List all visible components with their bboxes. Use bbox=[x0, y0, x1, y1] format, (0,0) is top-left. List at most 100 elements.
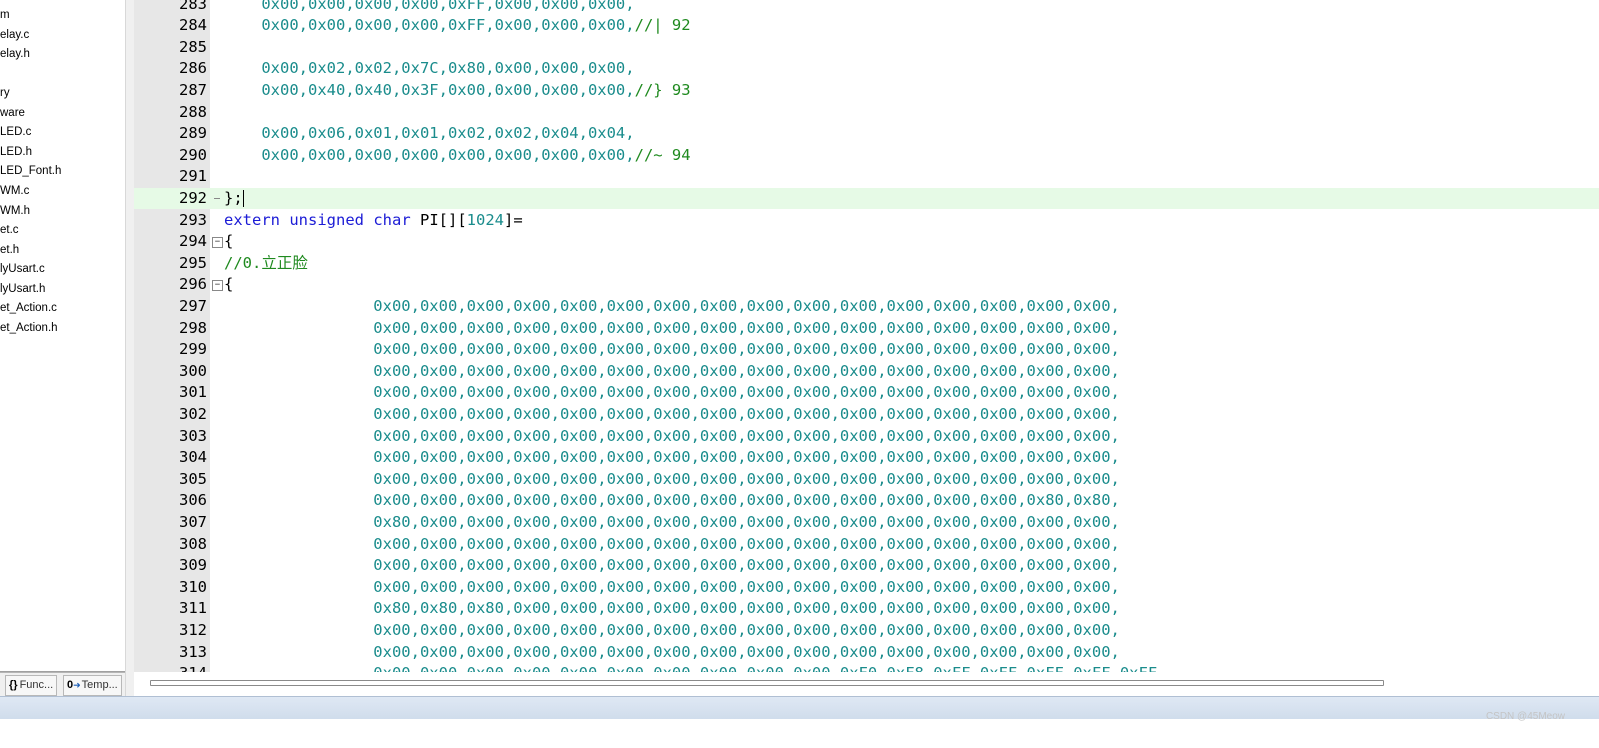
code-text: 0x00,0x00,0x00,0x00,0x00,0x00,0x00,0x00,… bbox=[224, 620, 1120, 639]
code-line: 299 0x00,0x00,0x00,0x00,0x00,0x00,0x00,0… bbox=[134, 339, 1599, 361]
line-number: 286 bbox=[179, 59, 207, 78]
horizontal-scrollbar[interactable] bbox=[134, 672, 1599, 696]
line-number: 313 bbox=[179, 642, 207, 661]
braces-icon: {} bbox=[9, 679, 18, 691]
code-text: 0x00,0x00,0x00,0x00,0x00,0x00,0x00,0x00,… bbox=[224, 361, 1120, 380]
tree-item[interactable]: WM.c bbox=[0, 182, 29, 201]
tree-item[interactable]: ware bbox=[0, 104, 25, 123]
line-number: 300 bbox=[179, 361, 207, 380]
code-text: 0x80,0x00,0x00,0x00,0x00,0x00,0x00,0x00,… bbox=[224, 512, 1120, 531]
watermark: CSDN @45Meow bbox=[1485, 711, 1565, 722]
line-number: 301 bbox=[179, 383, 207, 402]
line-number: 298 bbox=[179, 318, 207, 337]
tree-item[interactable]: et_Action.c bbox=[0, 299, 57, 318]
horizontal-scrollbar-thumb[interactable] bbox=[150, 680, 1384, 686]
code-text: 0x00,0x00,0x00,0x00,0x00,0x00,0x00,0x00,… bbox=[224, 296, 1120, 315]
code-comment: //~ 94 bbox=[634, 145, 691, 164]
code-text: 0x00,0x02,0x02,0x7C,0x80,0x00,0x00,0x00, bbox=[224, 59, 635, 78]
line-number: 296 bbox=[179, 275, 207, 294]
code-line: 283 0x00,0x00,0x00,0x00,0xFF,0x00,0x00,0… bbox=[134, 0, 1599, 15]
code-line: 298 0x00,0x00,0x00,0x00,0x00,0x00,0x00,0… bbox=[134, 318, 1599, 340]
code-comment: //} 93 bbox=[634, 80, 691, 99]
line-number: 293 bbox=[179, 210, 207, 229]
code-comment: //| 92 bbox=[634, 16, 691, 35]
fold-toggle-icon[interactable]: − bbox=[212, 280, 223, 292]
tree-item[interactable]: m bbox=[0, 6, 10, 25]
code-line: 312 0x00,0x00,0x00,0x00,0x00,0x00,0x00,0… bbox=[134, 620, 1599, 642]
tree-item[interactable]: LED.c bbox=[0, 123, 31, 142]
status-bar bbox=[0, 696, 1599, 720]
code-text: 0x00,0x00,0x00,0x00,0x00,0x00,0x00,0x00,… bbox=[224, 663, 1166, 672]
code-comment: //0.立正脸 bbox=[224, 253, 308, 272]
line-number: 312 bbox=[179, 620, 207, 639]
line-number: 295 bbox=[179, 253, 207, 272]
code-line: 290 0x00,0x00,0x00,0x00,0x00,0x00,0x00,0… bbox=[134, 145, 1599, 167]
tree-item[interactable]: lyUsart.h bbox=[0, 280, 45, 299]
line-number: 287 bbox=[179, 80, 207, 99]
tab-templates[interactable]: 0➜Temp... bbox=[63, 675, 122, 696]
tree-item[interactable]: WM.h bbox=[0, 202, 30, 221]
code-line: 294−{ bbox=[134, 231, 1599, 253]
code-line: 292}; bbox=[134, 187, 1599, 210]
tree-item[interactable]: et.c bbox=[0, 221, 19, 240]
tree-item[interactable]: lyUsart.c bbox=[0, 260, 45, 279]
code-line: 293 extern unsigned char PI[][1024]= bbox=[134, 210, 1599, 232]
project-tree[interactable]: m elay.c elay.h ry ware LED.c LED.h LED_Font.h W… bbox=[0, 0, 126, 672]
template-arrow-icon: ➜ bbox=[73, 680, 81, 690]
code-text: //0.立正脸 bbox=[224, 253, 308, 275]
code-text: 0x00,0x40,0x40,0x3F,0x00,0x00,0x00,0x00,… bbox=[224, 80, 691, 99]
tree-item[interactable]: et_Action.h bbox=[0, 319, 58, 338]
code-text: 0x00,0x00,0x00,0x00,0x00,0x00,0x00,0x00,… bbox=[224, 340, 1120, 359]
line-number: 294 bbox=[179, 232, 207, 251]
code-text: 0x00,0x00,0x00,0x00,0xFF,0x00,0x00,0x00,… bbox=[224, 16, 691, 35]
code-line: 286 0x00,0x02,0x02,0x7C,0x80,0x00,0x00,0… bbox=[134, 58, 1599, 80]
code-text: 0x00,0x00,0x00,0x00,0x00,0x00,0x00,0x00,… bbox=[224, 383, 1120, 402]
code-line: 291 bbox=[134, 166, 1599, 188]
code-text: 0x00,0x00,0x00,0x00,0x00,0x00,0x00,0x00,… bbox=[224, 577, 1120, 596]
code-text: 0x00,0x00,0x00,0x00,0x00,0x00,0x00,0x00,… bbox=[224, 318, 1120, 337]
fold-toggle-icon[interactable]: − bbox=[212, 237, 223, 249]
code-text: 0x00,0x00,0x00,0x00,0x00,0x00,0x00,0x00,… bbox=[224, 469, 1120, 488]
tab-functions-label: Func... bbox=[19, 679, 54, 691]
project-panel-tabs: {} Func... 0➜Temp... bbox=[0, 672, 125, 697]
code-editor[interactable]: 283 0x00,0x00,0x00,0x00,0xFF,0x00,0x00,0… bbox=[134, 0, 1599, 672]
code-line: 308 0x00,0x00,0x00,0x00,0x00,0x00,0x00,0… bbox=[134, 534, 1599, 556]
line-number: 302 bbox=[179, 404, 207, 423]
code-line: 305 0x00,0x00,0x00,0x00,0x00,0x00,0x00,0… bbox=[134, 469, 1599, 491]
line-number: 310 bbox=[179, 577, 207, 596]
code-text: 0x00,0x00,0x00,0x00,0x00,0x00,0x00,0x00,… bbox=[224, 145, 691, 164]
tab-templates-label: Temp... bbox=[81, 679, 118, 691]
code-line: 295 //0.立正脸 bbox=[134, 253, 1599, 275]
line-number: 284 bbox=[179, 16, 207, 35]
tree-item[interactable]: elay.c bbox=[0, 26, 29, 45]
tree-item[interactable]: ry bbox=[0, 84, 10, 103]
tree-item[interactable]: LED.h bbox=[0, 143, 32, 162]
code-line: 304 0x00,0x00,0x00,0x00,0x00,0x00,0x00,0… bbox=[134, 447, 1599, 469]
code-text: { bbox=[224, 232, 234, 251]
line-number: 285 bbox=[179, 37, 207, 56]
code-text: extern unsigned char PI[][1024]= bbox=[224, 210, 523, 229]
line-number: 309 bbox=[179, 556, 207, 575]
code-line: 287 0x00,0x40,0x40,0x3F,0x00,0x00,0x00,0… bbox=[134, 80, 1599, 102]
line-number: 289 bbox=[179, 124, 207, 143]
line-number: 311 bbox=[179, 599, 207, 618]
code-line: 300 0x00,0x00,0x00,0x00,0x00,0x00,0x00,0… bbox=[134, 361, 1599, 383]
code-line: 297 0x00,0x00,0x00,0x00,0x00,0x00,0x00,0… bbox=[134, 296, 1599, 318]
code-line: 285 bbox=[134, 37, 1599, 59]
tree-item[interactable]: et.h bbox=[0, 241, 19, 260]
line-number: 297 bbox=[179, 296, 207, 315]
line-number: 291 bbox=[179, 167, 207, 186]
line-number: 303 bbox=[179, 426, 207, 445]
tree-item[interactable]: elay.h bbox=[0, 45, 30, 64]
tree-item[interactable]: LED_Font.h bbox=[0, 162, 61, 181]
code-line: 296−{ bbox=[134, 274, 1599, 296]
code-text: 0x00,0x00,0x00,0x00,0x00,0x00,0x00,0x00,… bbox=[224, 556, 1120, 575]
tab-functions[interactable]: {} Func... bbox=[5, 675, 58, 696]
code-line: 302 0x00,0x00,0x00,0x00,0x00,0x00,0x00,0… bbox=[134, 404, 1599, 426]
line-number: 304 bbox=[179, 448, 207, 467]
code-line: 303 0x00,0x00,0x00,0x00,0x00,0x00,0x00,0… bbox=[134, 426, 1599, 448]
line-number: 314 bbox=[134, 663, 207, 672]
line-number: 307 bbox=[179, 512, 207, 531]
code-text: 0x00,0x00,0x00,0x00,0x00,0x00,0x00,0x00,… bbox=[224, 491, 1120, 510]
code-text: 0x00,0x06,0x01,0x01,0x02,0x02,0x04,0x04, bbox=[224, 124, 635, 143]
